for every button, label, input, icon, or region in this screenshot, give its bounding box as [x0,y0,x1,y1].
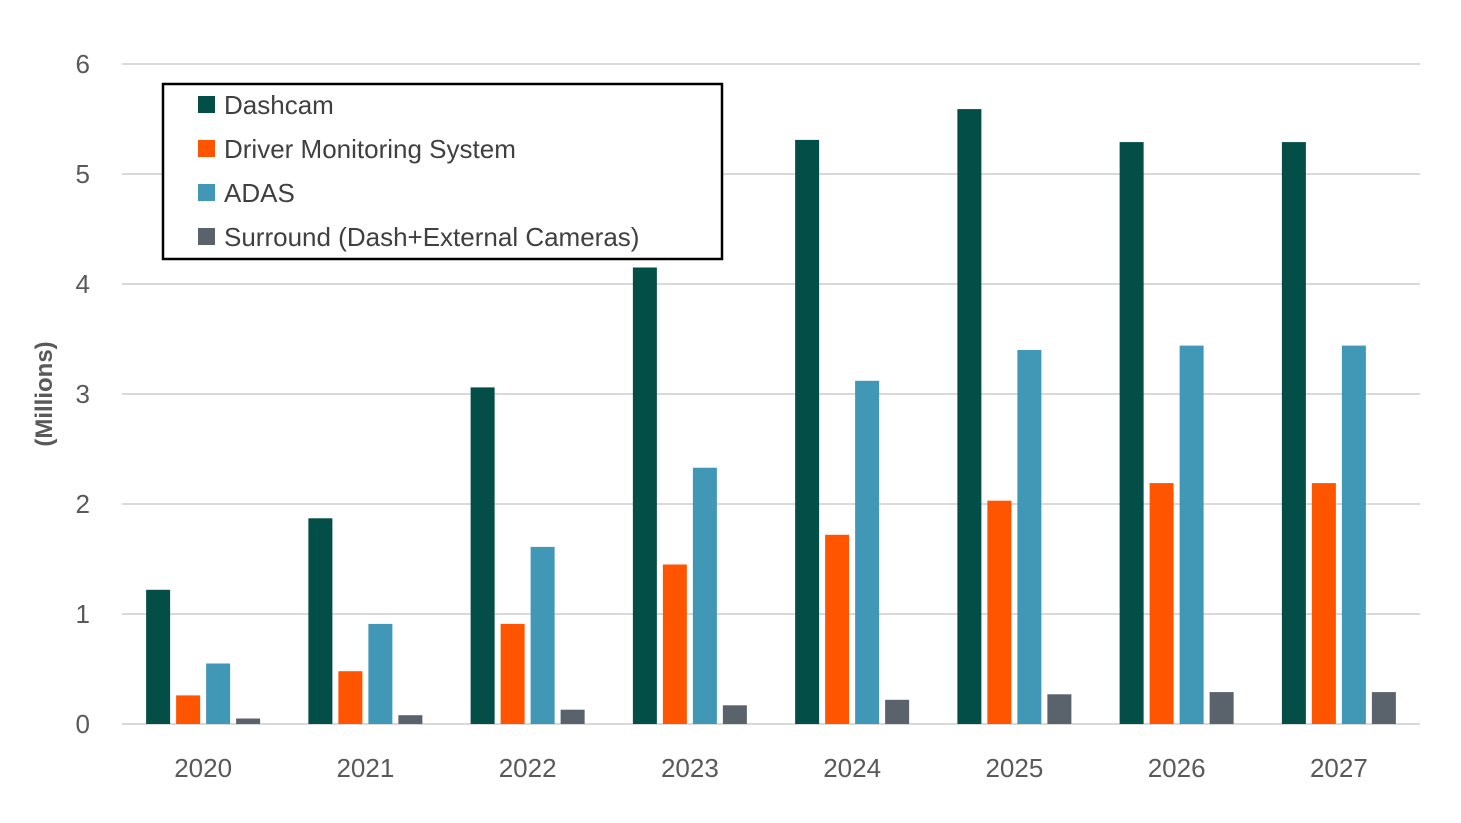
y-tick-label: 3 [76,379,90,409]
bar-dashcam-2020 [146,589,171,724]
y-tick-label: 5 [76,159,90,189]
bar-dashcam-2021 [308,518,333,724]
x-tick-label: 2022 [499,753,557,783]
bar-surround-dash-external-cameras-2025 [1047,694,1072,724]
legend-swatch [198,96,215,113]
bar-driver-monitoring-system-2023 [662,564,687,724]
x-tick-label: 2027 [1310,753,1368,783]
bar-surround-dash-external-cameras-2027 [1371,692,1396,724]
bar-driver-monitoring-system-2026 [1149,483,1174,724]
x-tick-label: 2021 [336,753,394,783]
bar-driver-monitoring-system-2021 [338,671,363,724]
bar-dashcam-2027 [1281,142,1306,725]
bar-surround-dash-external-cameras-2026 [1209,692,1234,724]
bar-adas-2021 [368,623,393,724]
legend: Dashcam Driver Monitoring System ADAS Surro… [161,82,724,261]
bar-adas-2026 [1179,345,1204,724]
y-tick-label: 6 [76,49,90,79]
bar-surround-dash-external-cameras-2020 [236,718,261,724]
bar-driver-monitoring-system-2022 [500,623,525,724]
bar-driver-monitoring-system-2020 [176,695,201,724]
y-tick-label: 4 [76,269,90,299]
y-axis-label: (Millions) [31,341,58,446]
x-tick-label: 2020 [174,753,232,783]
legend-label: ADAS [224,178,295,208]
x-tick-label: 2026 [1148,753,1206,783]
legend-label: Dashcam [224,90,334,120]
y-tick-label: 1 [76,599,90,629]
bar-chart: 0 1 2 3 4 5 6 2020 2021 2022 2023 2024 2025 2026 2027… [31,49,1420,783]
bar-adas-2025 [1017,350,1042,724]
x-axis-ticks: 2020 2021 2022 2023 2024 2025 2026 2027 [174,753,1368,783]
x-tick-label: 2023 [661,753,719,783]
bar-surround-dash-external-cameras-2021 [398,715,423,724]
bar-adas-2022 [530,546,555,724]
bar-surround-dash-external-cameras-2022 [560,709,585,724]
bar-dashcam-2025 [957,109,982,725]
legend-label: Driver Monitoring System [224,134,516,164]
bar-driver-monitoring-system-2024 [825,534,850,724]
bar-dashcam-2022 [470,387,495,724]
bar-adas-2023 [692,467,717,724]
x-tick-label: 2025 [985,753,1043,783]
bar-surround-dash-external-cameras-2023 [722,705,747,724]
bar-surround-dash-external-cameras-2024 [885,699,910,724]
bar-adas-2027 [1341,345,1366,724]
legend-swatch [198,184,215,201]
bar-dashcam-2023 [632,267,657,724]
y-axis-ticks: 0 1 2 3 4 5 6 [76,49,90,739]
legend-label: Surround (Dash+External Cameras) [224,222,639,252]
bar-adas-2020 [206,663,231,724]
legend-swatch [198,140,215,157]
y-tick-label: 0 [76,709,90,739]
bar-dashcam-2026 [1119,142,1144,725]
y-tick-label: 2 [76,489,90,519]
legend-swatch [198,228,215,245]
bar-driver-monitoring-system-2027 [1311,483,1336,724]
x-tick-label: 2024 [823,753,881,783]
bar-driver-monitoring-system-2025 [987,500,1012,724]
bar-adas-2024 [855,380,880,724]
bar-dashcam-2024 [795,139,820,724]
